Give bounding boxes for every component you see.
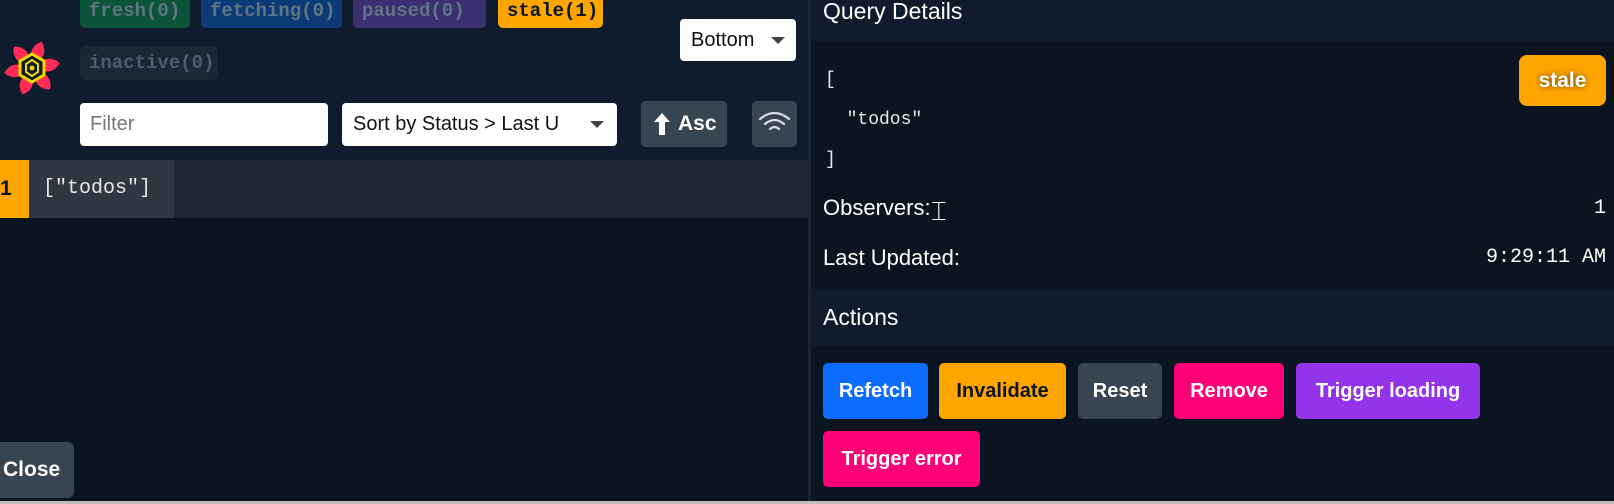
observers-label: Observers: bbox=[823, 195, 931, 220]
actions-title: Actions bbox=[811, 289, 1614, 346]
status-badge-inactive: inactive(0) bbox=[80, 46, 218, 80]
query-status-pill: stale bbox=[1519, 55, 1606, 106]
refetch-button[interactable]: Refetch bbox=[823, 363, 928, 419]
devtools-header: fresh(0) fetching(0) paused(0) stale(1) … bbox=[0, 0, 808, 160]
status-badge-paused: paused(0) bbox=[353, 0, 486, 28]
sort-select[interactable]: Sort by Status > Last U bbox=[342, 103, 617, 146]
reset-button[interactable]: Reset bbox=[1078, 363, 1162, 419]
sort-order-label: Asc bbox=[678, 112, 717, 135]
react-query-devtools: fresh(0) fetching(0) paused(0) stale(1) … bbox=[0, 0, 1614, 504]
network-mode-toggle[interactable] bbox=[752, 101, 797, 147]
query-key: ["todos"] bbox=[29, 160, 174, 218]
wifi-icon bbox=[758, 111, 791, 131]
query-observer-count: 1 bbox=[0, 160, 29, 218]
position-select-value: Bottom bbox=[691, 29, 755, 51]
query-list-panel: fresh(0) fetching(0) paused(0) stale(1) … bbox=[0, 0, 808, 504]
chevron-down-icon bbox=[771, 37, 785, 44]
json-line: "todos" bbox=[825, 110, 923, 130]
remove-button[interactable]: Remove bbox=[1174, 363, 1284, 419]
query-row[interactable]: 1 ["todos"] bbox=[0, 160, 808, 218]
query-details-title: Query Details bbox=[811, 0, 1614, 41]
last-updated-label: Last Updated: bbox=[823, 245, 960, 270]
query-details-panel: Query Details [ "todos"] stale Observers… bbox=[811, 0, 1614, 504]
trigger-loading-button[interactable]: Trigger loading bbox=[1296, 363, 1480, 419]
query-key-json: [ "todos"] bbox=[825, 60, 922, 180]
text-cursor-icon: ⌶ bbox=[931, 197, 947, 226]
observers-value: 1 bbox=[1593, 197, 1606, 220]
last-updated-value: 9:29:11 AM bbox=[1485, 246, 1606, 269]
invalidate-button[interactable]: Invalidate bbox=[939, 363, 1066, 419]
arrow-up-icon bbox=[654, 113, 670, 135]
json-line: ] bbox=[825, 150, 836, 170]
chevron-down-icon bbox=[590, 121, 604, 128]
status-badge-fetching: fetching(0) bbox=[201, 0, 342, 28]
status-badge-fresh: fresh(0) bbox=[80, 0, 190, 28]
react-query-logo-icon[interactable] bbox=[0, 36, 64, 100]
sort-select-value: Sort by Status > Last U bbox=[353, 113, 560, 135]
position-select[interactable]: Bottom bbox=[680, 19, 796, 61]
status-badge-stale: stale(1) bbox=[498, 0, 603, 28]
sort-order-button[interactable]: Asc bbox=[641, 101, 727, 147]
trigger-error-button[interactable]: Trigger error bbox=[823, 431, 980, 487]
filter-input[interactable] bbox=[80, 103, 328, 146]
close-button[interactable]: Close bbox=[0, 442, 74, 498]
json-line: [ bbox=[825, 70, 836, 90]
